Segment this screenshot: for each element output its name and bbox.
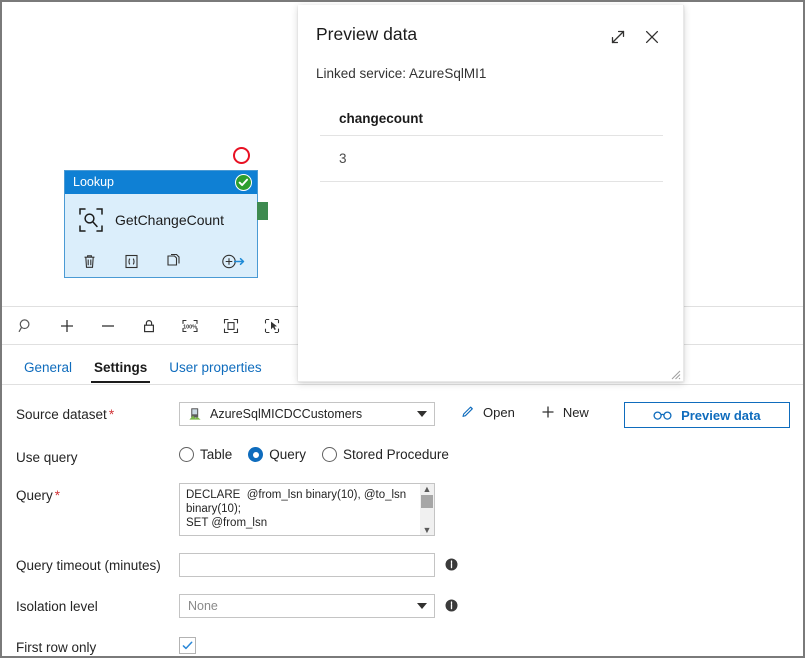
preview-data-label: Preview data xyxy=(681,407,761,423)
tab-user-properties[interactable]: User properties xyxy=(158,360,272,384)
delete-icon[interactable] xyxy=(81,253,98,270)
resize-grip-icon[interactable] xyxy=(669,367,681,380)
red-circle-icon xyxy=(233,147,250,164)
preview-data-panel: Preview data Linked service: AzureSqlMI1… xyxy=(298,5,684,382)
first-row-only-label: First row only xyxy=(16,640,97,655)
lookup-magnifier-icon xyxy=(78,207,104,233)
check-icon xyxy=(182,641,193,650)
preview-data-table: changecount 3 xyxy=(320,111,663,182)
linked-service-label: Linked service: AzureSqlMI1 xyxy=(316,66,487,81)
info-icon[interactable] xyxy=(445,558,458,571)
tab-settings[interactable]: Settings xyxy=(83,360,158,384)
settings-tab-panel: Source dataset* AzureSqlMICDCCustomers xyxy=(2,385,803,656)
query-timeout-label: Query timeout (minutes) xyxy=(16,558,161,573)
activity-type-label: Lookup xyxy=(73,175,115,189)
isolation-level-value: None xyxy=(188,599,218,613)
activity-name-label: GetChangeCount xyxy=(115,212,224,228)
tab-general[interactable]: General xyxy=(13,360,83,384)
svg-text:100%: 100% xyxy=(183,324,197,330)
activity-node-footer xyxy=(65,246,257,277)
query-timeout-input[interactable] xyxy=(179,553,435,577)
source-dataset-label: Source dataset * xyxy=(16,407,115,422)
open-dataset-label: Open xyxy=(483,404,515,420)
scroll-down-icon[interactable]: ▼ xyxy=(423,525,432,535)
add-output-icon[interactable] xyxy=(221,253,245,270)
zoom-search-icon[interactable] xyxy=(14,314,38,338)
plus-icon xyxy=(540,404,556,420)
success-check-icon xyxy=(235,174,252,191)
close-icon[interactable] xyxy=(637,22,667,52)
required-indicator: * xyxy=(108,407,115,422)
activity-node-header: Lookup xyxy=(65,171,257,194)
source-dataset-select[interactable]: AzureSqlMICDCCustomers xyxy=(179,402,435,426)
isolation-level-label: Isolation level xyxy=(16,599,98,614)
radio-mark-query xyxy=(248,447,264,462)
required-indicator: * xyxy=(54,488,61,503)
scroll-up-icon[interactable]: ▲ xyxy=(423,484,432,494)
lookup-activity-node[interactable]: Lookup GetChangeCount xyxy=(64,170,258,278)
zoom-in-icon[interactable] xyxy=(55,314,79,338)
open-dataset-button[interactable]: Open xyxy=(460,402,515,420)
zoom-out-icon[interactable] xyxy=(96,314,120,338)
radio-table-label: Table xyxy=(200,447,233,462)
radio-query[interactable]: Query xyxy=(248,447,306,462)
code-icon[interactable] xyxy=(123,253,140,270)
info-icon[interactable] xyxy=(445,599,458,612)
radio-mark-table xyxy=(179,447,194,462)
clone-icon[interactable] xyxy=(165,253,182,270)
lock-icon[interactable] xyxy=(137,314,161,338)
pencil-icon xyxy=(460,404,476,420)
use-query-label: Use query xyxy=(16,450,78,465)
chevron-down-icon xyxy=(417,603,427,609)
green-connector-icon[interactable] xyxy=(257,202,268,220)
source-dataset-value: AzureSqlMICDCCustomers xyxy=(210,407,363,421)
scrollbar-thumb[interactable] xyxy=(421,495,433,508)
query-timeout-row: Query timeout (minutes) xyxy=(2,553,803,577)
use-query-radio-group: Table Query Stored Procedure xyxy=(179,445,465,462)
table-column-header: changecount xyxy=(320,111,663,136)
use-query-row: Use query Table Query Stored Procedure xyxy=(2,445,803,466)
auto-align-icon[interactable] xyxy=(260,314,284,338)
query-scrollbar[interactable]: ▲ ▼ xyxy=(420,484,434,535)
preview-panel-title: Preview data xyxy=(316,24,418,44)
radio-stored-procedure-label: Stored Procedure xyxy=(343,447,449,462)
new-dataset-button[interactable]: New xyxy=(540,402,589,420)
radio-stored-procedure[interactable]: Stored Procedure xyxy=(322,447,449,462)
fit-to-screen-icon[interactable] xyxy=(219,314,243,338)
query-row: Query * DECLARE @from_lsn binary(10), @to… xyxy=(2,483,803,536)
first-row-only-checkbox[interactable] xyxy=(179,637,196,654)
radio-table[interactable]: Table xyxy=(179,447,232,462)
first-row-only-row: First row only xyxy=(2,635,803,656)
preview-panel-header: Preview data xyxy=(298,5,683,52)
source-dataset-row: Source dataset* AzureSqlMICDCCustomers xyxy=(2,402,803,428)
adf-lookup-activity-screen: Lookup GetChangeCount 100% General Setti… xyxy=(0,0,805,658)
new-dataset-label: New xyxy=(562,404,589,420)
preview-data-button[interactable]: Preview data xyxy=(623,402,790,428)
database-icon xyxy=(188,407,202,421)
chevron-down-icon xyxy=(417,411,427,417)
zoom-100-icon[interactable]: 100% xyxy=(178,314,202,338)
radio-query-label: Query xyxy=(269,447,307,462)
query-input[interactable]: DECLARE @from_lsn binary(10), @to_lsn bi… xyxy=(179,483,435,536)
expand-diagonal-icon[interactable] xyxy=(603,22,633,52)
isolation-level-row: Isolation level None xyxy=(2,594,803,618)
isolation-level-select[interactable]: None xyxy=(179,594,435,618)
activity-node-body: GetChangeCount xyxy=(65,194,257,246)
query-label: Query * xyxy=(16,488,61,503)
glasses-icon xyxy=(653,409,672,421)
table-row: 3 xyxy=(320,136,663,182)
radio-mark-stored-procedure xyxy=(322,447,338,462)
